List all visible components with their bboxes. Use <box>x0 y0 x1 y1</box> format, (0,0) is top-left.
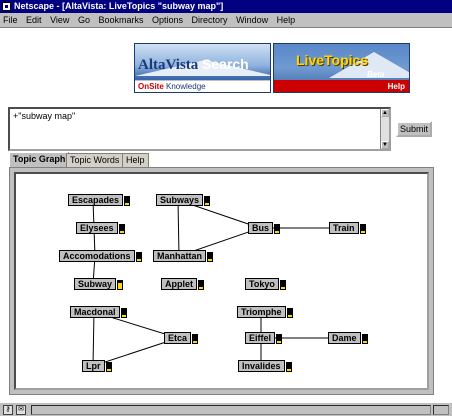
menu-go[interactable]: Go <box>78 15 90 25</box>
help-link[interactable]: Help <box>388 82 405 91</box>
query-scrollbar[interactable]: ▲ ▼ <box>380 109 389 149</box>
topic-node-label: Train <box>333 223 355 233</box>
topic-node-label: Accomodations <box>63 251 131 261</box>
topic-node-escapades[interactable]: Escapades <box>68 194 131 206</box>
topic-node-label: Triomphe <box>241 307 282 317</box>
topic-node-train[interactable]: Train <box>329 222 366 234</box>
topic-node-applet[interactable]: Applet <box>161 278 204 290</box>
window-title: Netscape - [AltaVista: LiveTopics "subwa… <box>14 1 224 11</box>
topic-node-subways[interactable]: Subways <box>156 194 211 206</box>
topic-node-label: Etca <box>168 333 188 343</box>
topic-weight-icon[interactable] <box>118 224 125 234</box>
topic-node-label: Subway <box>78 279 113 289</box>
scroll-up-icon[interactable]: ▲ <box>381 109 389 117</box>
topic-node-subway[interactable]: Subway <box>74 278 124 290</box>
tab-topic-words[interactable]: Topic Words <box>66 153 124 167</box>
query-text: +"subway map" <box>13 111 76 121</box>
topic-graph-canvas: Escapades Elysees Accomodations Subway Subwa… <box>14 172 429 390</box>
submit-button[interactable]: Submit <box>396 121 432 137</box>
scroll-down-icon[interactable]: ▼ <box>381 141 389 149</box>
menu-bookmarks[interactable]: Bookmarks <box>98 15 143 25</box>
security-key-icon[interactable]: ⚷ <box>3 405 13 415</box>
topic-node-macdonal[interactable]: Macdonal <box>70 306 127 318</box>
topic-node-eiffel[interactable]: Eiffel <box>245 332 283 344</box>
livetopics-wordmark: LiveTopics <box>296 52 369 68</box>
menu-file[interactable]: File <box>3 15 18 25</box>
topic-node-invalides[interactable]: Invalides <box>238 360 292 372</box>
topic-weight-icon[interactable] <box>124 196 131 206</box>
topic-node-label: Bus <box>252 223 270 233</box>
topic-node-label: Elysees <box>80 223 114 233</box>
graph-edge-macdonal-lpr <box>92 311 95 367</box>
topic-node-label: Tokyo <box>249 279 275 289</box>
menu-edit[interactable]: Edit <box>26 15 42 25</box>
topic-graph-panel: Escapades Elysees Accomodations Subway Subwa… <box>9 167 434 395</box>
topic-node-bus[interactable]: Bus <box>248 222 281 234</box>
window-title-bar: Netscape - [AltaVista: LiveTopics "subwa… <box>0 0 452 13</box>
mail-icon[interactable]: ✉ <box>16 405 26 415</box>
netscape-app-icon[interactable] <box>2 2 11 11</box>
tab-topic-graph[interactable]: Topic Graph <box>9 152 70 167</box>
topic-node-label: Macdonal <box>74 307 116 317</box>
topic-weight-icon[interactable] <box>120 308 127 318</box>
topic-weight-icon[interactable] <box>274 224 281 234</box>
topic-weight-icon[interactable] <box>359 224 366 234</box>
menu-help[interactable]: Help <box>277 15 296 25</box>
altavista-banner: AltaVista Search OnSite Knowledge LiveTo… <box>134 43 410 93</box>
topic-node-lpr[interactable]: Lpr <box>82 360 112 372</box>
topic-node-label: Subways <box>160 195 200 205</box>
search-wordmark: Search <box>202 56 249 72</box>
menu-options[interactable]: Options <box>152 15 183 25</box>
topic-node-label: Manhattan <box>157 251 202 261</box>
topic-weight-icon[interactable] <box>361 334 368 344</box>
topic-node-accomodations[interactable]: Accomodations <box>59 250 142 262</box>
status-bar: ⚷ ✉ <box>0 402 452 416</box>
topic-weight-icon[interactable] <box>105 362 112 372</box>
topic-node-tokyo[interactable]: Tokyo <box>245 278 286 290</box>
altavista-wordmark: AltaVista Search <box>138 56 249 74</box>
menu-bar: File Edit View Go Bookmarks Options Dire… <box>0 13 452 27</box>
topic-weight-icon[interactable] <box>286 308 293 318</box>
livetopics-logo[interactable]: LiveTopics Beta Help <box>273 43 410 93</box>
menu-view[interactable]: View <box>50 15 69 25</box>
topic-node-label: Dame <box>332 333 357 343</box>
tab-help[interactable]: Help <box>122 153 149 167</box>
query-textarea[interactable]: +"subway map" ▲ ▼ <box>8 107 391 151</box>
topic-node-etca[interactable]: Etca <box>164 332 199 344</box>
topic-weight-icon[interactable] <box>192 334 199 344</box>
page-content: AltaVista Search OnSite Knowledge LiveTo… <box>0 27 452 402</box>
onsite-knowledge-strip: OnSite Knowledge <box>135 80 270 92</box>
topic-weight-icon[interactable] <box>279 280 286 290</box>
graph-edge-subways-manhattan <box>177 199 180 257</box>
topic-weight-icon[interactable] <box>117 280 124 290</box>
altavista-search-logo[interactable]: AltaVista Search OnSite Knowledge <box>134 43 271 93</box>
status-text-field <box>31 405 431 415</box>
topic-weight-icon[interactable] <box>135 252 142 262</box>
altavista-wordmark-text: AltaVista <box>138 57 199 73</box>
progress-field <box>433 405 449 415</box>
topic-weight-icon[interactable] <box>276 334 283 344</box>
beta-label: Beta <box>367 70 385 79</box>
topic-node-label: Applet <box>165 279 193 289</box>
topic-node-manhattan[interactable]: Manhattan <box>153 250 213 262</box>
onsite-label: OnSite <box>138 82 164 91</box>
topic-node-dame[interactable]: Dame <box>328 332 368 344</box>
topic-weight-icon[interactable] <box>207 252 213 262</box>
topic-weight-icon[interactable] <box>204 196 211 206</box>
topic-node-label: Eiffel <box>249 333 272 343</box>
topic-node-label: Invalides <box>242 361 281 371</box>
knowledge-label: Knowledge <box>166 82 206 91</box>
topic-node-label: Lpr <box>86 361 101 371</box>
menu-window[interactable]: Window <box>236 15 268 25</box>
topic-node-triomphe[interactable]: Triomphe <box>237 306 293 318</box>
menu-directory[interactable]: Directory <box>192 15 228 25</box>
topic-node-label: Escapades <box>72 195 120 205</box>
topic-weight-icon[interactable] <box>198 280 204 290</box>
topic-weight-icon[interactable] <box>285 362 292 372</box>
topic-node-elysees[interactable]: Elysees <box>76 222 125 234</box>
